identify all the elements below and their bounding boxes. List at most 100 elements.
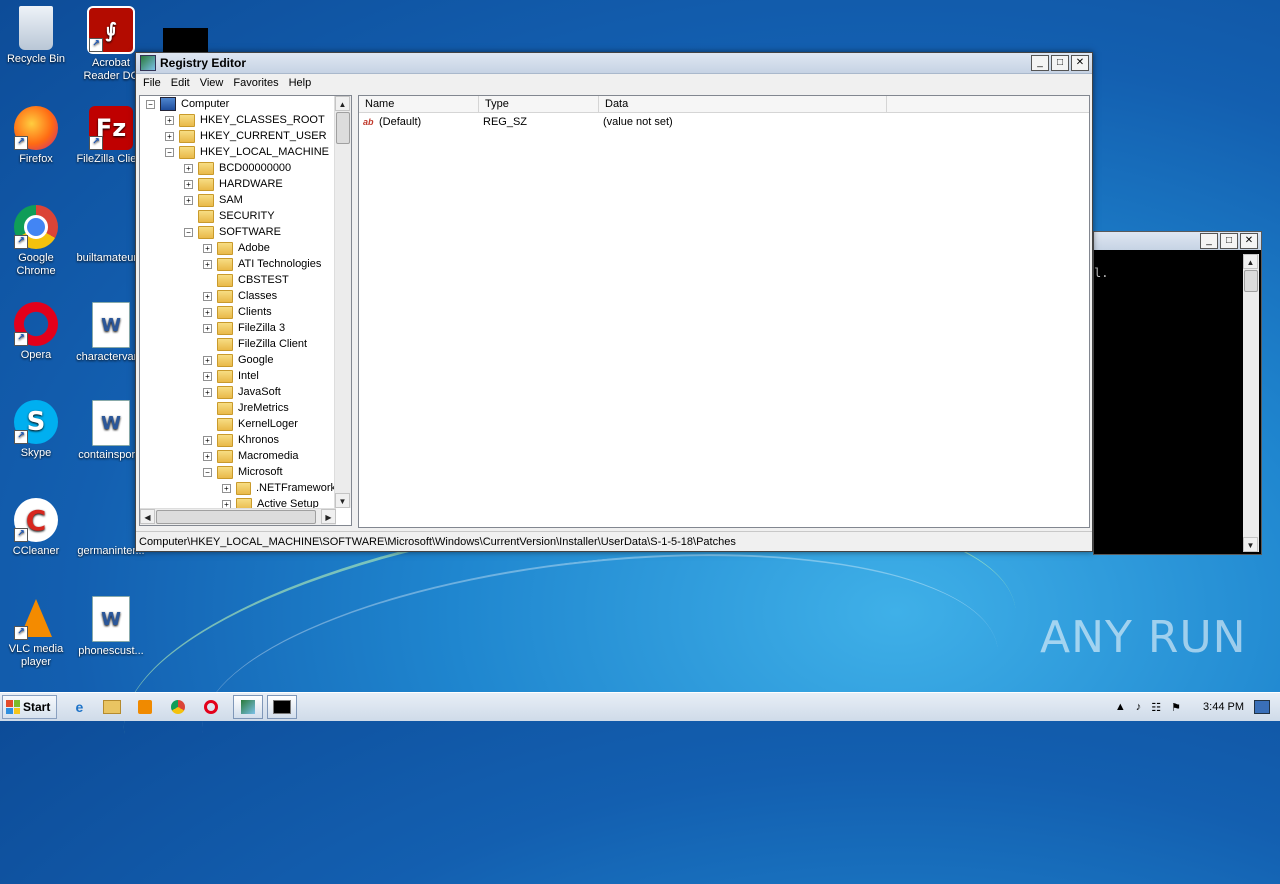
scroll-left-icon[interactable]: ◀ [140, 509, 155, 524]
tree-node[interactable]: + Classes [140, 288, 336, 304]
ie-icon[interactable]: e [68, 696, 90, 718]
close-button[interactable]: ✕ [1240, 233, 1258, 249]
window-titlebar[interactable]: Registry Editor _ □ ✕ [136, 53, 1092, 74]
desktop-icon-phonescust[interactable]: W phonescust... [75, 596, 147, 658]
explorer-icon[interactable] [101, 696, 123, 718]
chrome-icon[interactable] [167, 696, 189, 718]
table-row[interactable]: ab (Default) REG_SZ (value not set) [359, 113, 1089, 131]
tree-node[interactable]: − SOFTWARE [140, 224, 336, 240]
tree-node[interactable]: + ATI Technologies [140, 256, 336, 272]
scroll-right-icon[interactable]: ▶ [321, 509, 336, 524]
column-header-data[interactable]: Data [599, 96, 887, 112]
desktop-icon-chrome[interactable]: ↗ Google Chrome [0, 205, 72, 278]
tree-node[interactable]: JreMetrics [140, 400, 336, 416]
menu-edit[interactable]: Edit [168, 77, 197, 89]
network-icon[interactable]: ☷ [1151, 701, 1161, 714]
tray-expand-icon[interactable]: ▲ [1115, 701, 1126, 713]
start-button[interactable]: Start [2, 695, 58, 719]
collapse-icon[interactable]: − [165, 147, 174, 157]
registry-editor-window[interactable]: Registry Editor _ □ ✕ File Edit View Fav… [135, 52, 1093, 552]
expand-icon[interactable]: + [203, 451, 212, 461]
menu-help[interactable]: Help [286, 77, 319, 89]
tree-node[interactable]: + HKEY_CURRENT_USER [140, 128, 336, 144]
tree-vertical-scrollbar[interactable]: ▲ ▼ [334, 96, 351, 508]
desktop-icon-ccleaner[interactable]: C ↗ CCleaner [0, 498, 72, 558]
scroll-up-icon[interactable]: ▲ [1243, 254, 1258, 269]
tree-horizontal-scrollbar[interactable]: ◀ ▶ [140, 508, 336, 525]
menu-favorites[interactable]: Favorites [230, 77, 285, 89]
expand-icon[interactable]: + [184, 179, 193, 189]
column-header-name[interactable]: Name [359, 96, 479, 112]
tree-node[interactable]: + Adobe [140, 240, 336, 256]
tree-node[interactable]: + SAM [140, 192, 336, 208]
collapse-icon[interactable]: − [184, 227, 193, 237]
desktop-icon-vlc[interactable]: ↗ VLC media player [0, 596, 72, 669]
collapse-icon[interactable]: − [146, 99, 155, 109]
maximize-button[interactable]: □ [1051, 55, 1069, 71]
console-scrollbar[interactable]: ▲ ▼ [1243, 254, 1259, 552]
opera-icon[interactable] [200, 696, 222, 718]
tree-node[interactable]: + FileZilla 3 [140, 320, 336, 336]
minimize-button[interactable]: _ [1200, 233, 1218, 249]
tree-node[interactable]: − HKEY_LOCAL_MACHINE [140, 144, 336, 160]
expand-icon[interactable]: + [184, 163, 193, 173]
expand-icon[interactable]: + [165, 131, 174, 141]
tree-node[interactable]: + HKEY_CLASSES_ROOT [140, 112, 336, 128]
scroll-down-icon[interactable]: ▼ [1243, 537, 1258, 552]
expand-icon[interactable]: + [203, 307, 212, 317]
desktop-icon-opera[interactable]: ↗ Opera [0, 302, 72, 362]
tree-node[interactable]: + Macromedia [140, 448, 336, 464]
tree-node[interactable]: FileZilla Client [140, 336, 336, 352]
menu-file[interactable]: File [140, 77, 168, 89]
scroll-up-icon[interactable]: ▲ [335, 96, 350, 111]
tree-node[interactable]: + Clients [140, 304, 336, 320]
desktop-icon-firefox[interactable]: ↗ Firefox [0, 106, 72, 166]
menu-view[interactable]: View [197, 77, 231, 89]
tree-node[interactable]: − Computer [140, 96, 336, 112]
tree-node[interactable]: + Google [140, 352, 336, 368]
console-window[interactable]: _ □ ✕ l. ▲ ▼ [1093, 231, 1262, 555]
expand-icon[interactable]: + [165, 115, 174, 125]
registry-tree[interactable]: − Computer + HKEY_CLASSES_ROOT + HKEY_CURRENT… [139, 95, 352, 526]
scroll-thumb[interactable] [1244, 270, 1258, 292]
values-list[interactable]: Name Type Data ab (Default) REG_SZ (value… [358, 95, 1090, 528]
tree-node[interactable]: KernelLoger [140, 416, 336, 432]
tree-node[interactable]: + JavaSoft [140, 384, 336, 400]
tree-node[interactable]: CBSTEST [140, 272, 336, 288]
expand-icon[interactable]: + [203, 387, 212, 397]
volume-icon[interactable]: ♪ [1136, 701, 1142, 713]
expand-icon[interactable]: + [203, 371, 212, 381]
scroll-down-icon[interactable]: ▼ [335, 493, 350, 508]
scroll-thumb[interactable] [336, 112, 350, 144]
regedit-taskbar-button[interactable] [233, 695, 264, 719]
cmd-taskbar-button[interactable] [267, 695, 298, 719]
expand-icon[interactable]: + [222, 483, 231, 493]
expand-icon[interactable]: + [203, 291, 212, 301]
tree-node[interactable]: + Khronos [140, 432, 336, 448]
expand-icon[interactable]: + [203, 243, 212, 253]
console-titlebar[interactable]: _ □ ✕ [1094, 232, 1261, 250]
expand-icon[interactable]: + [184, 195, 193, 205]
tree-node[interactable]: + BCD00000000 [140, 160, 336, 176]
tree-node[interactable]: + .NETFramework [140, 480, 336, 496]
expand-icon[interactable]: + [203, 259, 212, 269]
close-button[interactable]: ✕ [1071, 55, 1089, 71]
show-desktop-icon[interactable] [1254, 700, 1270, 714]
expand-icon[interactable]: + [203, 435, 212, 445]
tree-node[interactable]: + Intel [140, 368, 336, 384]
tree-node[interactable]: SECURITY [140, 208, 336, 224]
minimize-button[interactable]: _ [1031, 55, 1049, 71]
expand-icon[interactable]: + [203, 323, 212, 333]
tree-node[interactable]: + HARDWARE [140, 176, 336, 192]
desktop-icon-skype[interactable]: S ↗ Skype [0, 400, 72, 460]
clock[interactable]: 3:44 PM [1203, 701, 1244, 713]
expand-icon[interactable]: + [203, 355, 212, 365]
scroll-thumb[interactable] [156, 510, 316, 524]
desktop-icon-recycle-bin[interactable]: Recycle Bin [0, 6, 72, 66]
media-player-icon[interactable] [134, 696, 156, 718]
collapse-icon[interactable]: − [203, 467, 212, 477]
column-header-type[interactable]: Type [479, 96, 599, 112]
flag-icon[interactable]: ⚑ [1171, 701, 1181, 714]
tree-node[interactable]: − Microsoft [140, 464, 336, 480]
maximize-button[interactable]: □ [1220, 233, 1238, 249]
